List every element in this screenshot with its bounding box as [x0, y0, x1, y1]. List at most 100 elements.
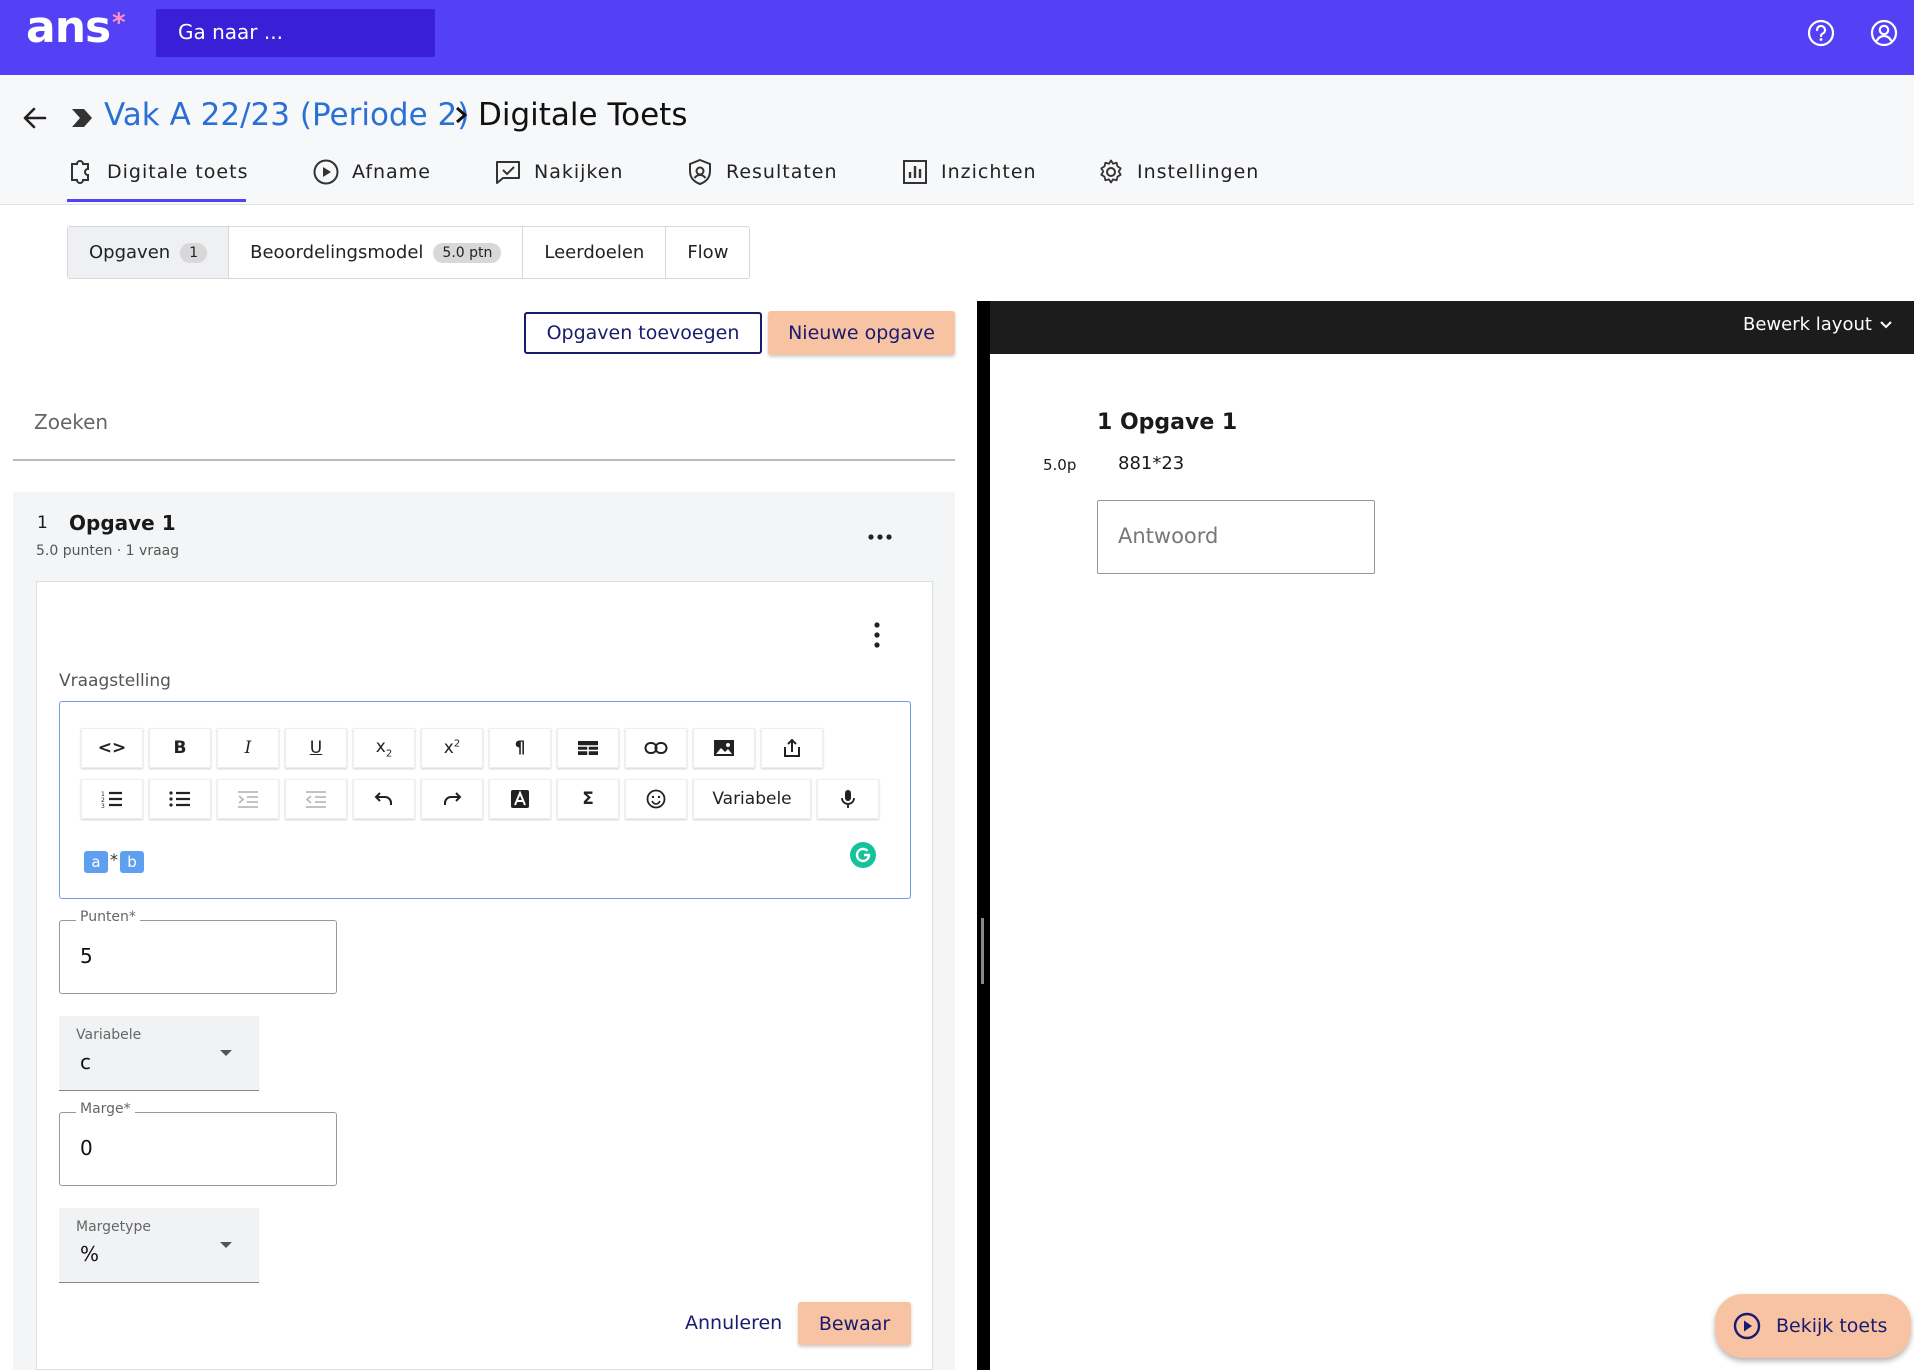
upload-icon: [784, 738, 800, 757]
tab-label: Instellingen: [1137, 161, 1260, 183]
italic-icon: I: [244, 738, 252, 758]
tab-label: Digitale toets: [107, 161, 249, 183]
variable-chip-b[interactable]: b: [120, 851, 144, 873]
tab-nakijken[interactable]: Nakijken: [494, 156, 623, 188]
more-vertical-icon[interactable]: [866, 620, 888, 650]
variable-button[interactable]: Variabele: [693, 779, 811, 819]
pane-divider[interactable]: [977, 301, 990, 1370]
undo-button[interactable]: [353, 779, 415, 819]
redo-icon: [444, 792, 462, 805]
source-code-button[interactable]: <>: [81, 728, 143, 768]
more-horizontal-icon[interactable]: [866, 524, 894, 550]
text-color-icon: [511, 790, 529, 808]
tab-afname[interactable]: Afname: [312, 156, 431, 188]
outdent-icon: [305, 791, 326, 808]
indent-button[interactable]: [217, 779, 279, 819]
variable-value: c: [80, 1050, 91, 1074]
margin-label: Marge*: [76, 1101, 135, 1117]
chevron-down-icon: [1880, 320, 1892, 328]
question-search-input[interactable]: Zoeken: [34, 410, 108, 434]
tab-digitale-toets[interactable]: Digitale toets: [67, 156, 248, 188]
question-text-label: Vraagstelling: [59, 671, 171, 691]
points-field[interactable]: [59, 920, 337, 994]
question-title[interactable]: Opgave 1: [69, 511, 176, 535]
bold-button[interactable]: B: [149, 728, 211, 768]
sigma-icon: Σ: [582, 789, 594, 809]
view-test-button[interactable]: Bekijk toets: [1715, 1294, 1911, 1358]
preview-question-text: 881*23: [1118, 453, 1185, 474]
bullet-list-icon: [169, 791, 190, 807]
subtab-label: Leerdoelen: [544, 242, 645, 263]
grammarly-icon[interactable]: [850, 842, 876, 868]
resize-handle[interactable]: [981, 918, 984, 984]
points-badge: 5.0 ptn: [433, 242, 502, 263]
text-color-button[interactable]: [489, 779, 551, 819]
search-underline: [13, 459, 955, 461]
underline-button[interactable]: U: [285, 728, 347, 768]
new-question-button[interactable]: Nieuwe opgave: [768, 311, 955, 355]
shield-icon: [689, 158, 711, 186]
view-test-label: Bekijk toets: [1776, 1315, 1888, 1337]
margin-type-label: Margetype: [76, 1219, 151, 1235]
superscript-icon: x2: [443, 738, 461, 758]
image-button[interactable]: [693, 728, 755, 768]
microphone-button[interactable]: [817, 779, 879, 819]
gear-icon: [1100, 159, 1122, 184]
tab-resultaten[interactable]: Resultaten: [686, 156, 838, 188]
tab-label: Afname: [352, 161, 431, 183]
back-arrow-icon[interactable]: [21, 104, 49, 132]
upload-button[interactable]: [761, 728, 823, 768]
paragraph-button[interactable]: ¶: [489, 728, 551, 768]
breadcrumb-course-link[interactable]: Vak A 22/23 (Periode 2): [104, 97, 469, 133]
goto-search-input[interactable]: Ga naar ...: [156, 9, 435, 57]
table-button[interactable]: [557, 728, 619, 768]
link-button[interactable]: [625, 728, 687, 768]
margin-field[interactable]: [59, 1112, 337, 1186]
breadcrumb-separator-icon: [453, 103, 469, 127]
dropdown-arrow-icon: [220, 1242, 232, 1248]
code-icon: <>: [97, 738, 127, 758]
subscript-button[interactable]: x2: [353, 728, 415, 768]
subtab-group: Opgaven 1 Beoordelingsmodel 5.0 ptn Leer…: [67, 226, 751, 279]
dropdown-arrow-icon: [220, 1050, 232, 1056]
answer-input[interactable]: Antwoord: [1097, 500, 1375, 574]
help-icon[interactable]: [1806, 18, 1836, 48]
superscript-button[interactable]: x2: [421, 728, 483, 768]
margin-value[interactable]: 0: [80, 1136, 93, 1160]
subtab-flow[interactable]: Flow: [666, 227, 749, 278]
puzzle-icon: [71, 160, 89, 184]
preview-points: 5.0p: [1043, 456, 1077, 474]
tab-inzichten[interactable]: Inzichten: [901, 156, 1037, 188]
save-button[interactable]: Bewaar: [798, 1302, 911, 1345]
numbered-list-icon: 123: [101, 791, 122, 808]
variable-label: Variabele: [76, 1027, 142, 1043]
bullet-list-button[interactable]: [149, 779, 211, 819]
add-questions-button[interactable]: Opgaven toevoegen: [524, 312, 762, 354]
points-value[interactable]: 5: [80, 944, 93, 968]
variable-chip-a[interactable]: a: [84, 851, 108, 873]
bold-icon: B: [173, 738, 187, 758]
logo[interactable]: ans: [26, 2, 111, 53]
account-icon[interactable]: [1869, 18, 1899, 48]
tab-instellingen[interactable]: Instellingen: [1097, 156, 1259, 188]
subtab-opgaven[interactable]: Opgaven 1: [68, 227, 230, 278]
edit-layout-label: Bewerk layout: [1743, 314, 1872, 335]
subscript-icon: x2: [375, 736, 393, 760]
link-icon: [644, 742, 668, 754]
subtab-leerdoelen[interactable]: Leerdoelen: [523, 227, 667, 278]
redo-button[interactable]: [421, 779, 483, 819]
numbered-list-button[interactable]: 123: [81, 779, 143, 819]
subtab-beoordelingsmodel[interactable]: Beoordelingsmodel 5.0 ptn: [229, 227, 524, 278]
edit-layout-dropdown[interactable]: Bewerk layout: [1743, 314, 1892, 335]
formula-button[interactable]: Σ: [557, 779, 619, 819]
outdent-button[interactable]: [285, 779, 347, 819]
italic-button[interactable]: I: [217, 728, 279, 768]
question-meta: 5.0 punten · 1 vraag: [36, 543, 180, 559]
play-circle-icon: [1733, 1312, 1761, 1340]
tab-label: Resultaten: [726, 161, 838, 183]
emoji-button[interactable]: [625, 779, 687, 819]
logo-star: *: [112, 8, 126, 38]
page-title: Digitale Toets: [478, 97, 688, 133]
image-icon: [714, 740, 734, 756]
cancel-button[interactable]: Annuleren: [685, 1312, 782, 1334]
